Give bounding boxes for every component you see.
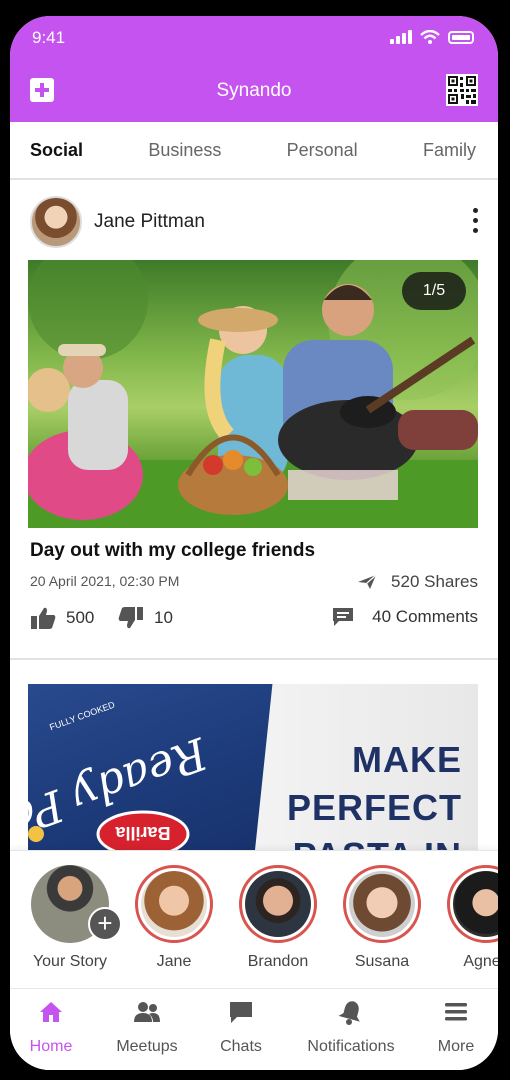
story-jane[interactable]: Jane (126, 865, 222, 971)
image-counter: 1/5 (402, 272, 466, 310)
chat-icon (230, 1002, 252, 1023)
qr-code-icon[interactable] (446, 74, 478, 106)
nav-label: Meetups (116, 1038, 178, 1055)
post-header: Jane Pittman (30, 196, 480, 250)
nav-label: More (437, 1038, 475, 1055)
story-avatar (447, 865, 498, 943)
tab-business[interactable]: Business (148, 140, 221, 161)
like-button[interactable]: 500 (30, 606, 94, 630)
post-reactions: 500 10 40 Comments (30, 606, 478, 636)
nav-home[interactable]: Home (28, 999, 74, 1056)
nav-notifications[interactable]: Notifications (300, 999, 402, 1056)
post-date: 20 April 2021, 02:30 PM (30, 573, 180, 589)
post-title: Day out with my college friends (30, 540, 316, 561)
pack-subtext: FULLY COOKED (48, 699, 116, 732)
author-avatar[interactable] (30, 196, 82, 248)
post-divider (10, 658, 498, 660)
tab-personal[interactable]: Personal (287, 140, 358, 161)
more-options-icon[interactable] (470, 208, 480, 236)
nav-label: Home (29, 1038, 73, 1055)
story-name: Agnes (463, 953, 498, 970)
nav-more[interactable]: More (434, 999, 478, 1056)
add-story-icon[interactable]: + (88, 907, 122, 941)
menu-icon (445, 1003, 467, 1021)
people-icon (134, 1002, 160, 1022)
app-title: Synando (216, 80, 292, 101)
ad-banner[interactable]: FULLY COOKED Ready Pasta Barilla MAKE PE… (28, 684, 478, 854)
story-brandon[interactable]: Brandon (230, 865, 326, 971)
stories-bar: + Your Story Jane Brandon Susana Agnes (10, 850, 498, 988)
dislike-count: 10 (154, 608, 173, 627)
story-avatar (343, 865, 421, 943)
phone-screen: 9:41 Synando Social Business Personal Fa… (10, 16, 498, 1070)
share-button[interactable]: 520 Shares (357, 572, 478, 592)
nav-label: Chats (220, 1038, 262, 1055)
nav-meetups[interactable]: Meetups (110, 999, 184, 1056)
ad-headline: MAKE PERFECT PASTA IN (287, 736, 462, 854)
battery-icon (448, 31, 474, 44)
tab-family[interactable]: Family (423, 140, 476, 161)
story-name: Susana (354, 953, 410, 970)
pasta-package-art: FULLY COOKED Ready Pasta Barilla (28, 699, 214, 854)
bell-icon (338, 1001, 360, 1025)
tab-social[interactable]: Social (30, 140, 83, 161)
nav-chats[interactable]: Chats (216, 999, 266, 1056)
status-icons (390, 30, 474, 44)
nav-label: Notifications (307, 1038, 395, 1055)
status-time: 9:41 (32, 28, 66, 47)
category-tabs: Social Business Personal Family (10, 122, 498, 180)
post-image[interactable]: 1/5 (28, 260, 478, 528)
story-avatar (135, 865, 213, 943)
home-icon (40, 1002, 62, 1022)
thumbs-up-icon (31, 607, 56, 629)
comment-icon (333, 608, 354, 626)
comment-button[interactable]: 40 Comments (332, 606, 478, 628)
like-count: 500 (66, 608, 95, 627)
story-avatar (239, 865, 317, 943)
story-name: Your Story (32, 953, 108, 970)
comment-count: 40 Comments (372, 607, 478, 626)
story-name: Brandon (247, 953, 309, 970)
signal-icon (390, 30, 412, 44)
post-author[interactable]: Jane Pittman (94, 211, 205, 233)
story-agnes[interactable]: Agnes (438, 865, 498, 971)
story-your-story[interactable]: + Your Story (22, 865, 122, 971)
wifi-icon (420, 30, 440, 44)
story-susana[interactable]: Susana (334, 865, 430, 971)
thumbs-down-icon (118, 607, 143, 629)
ad-headline-line-2: PERFECT (286, 787, 462, 828)
brand-logo: Barilla (114, 823, 170, 843)
dislike-button[interactable]: 10 (118, 606, 173, 630)
story-name: Jane (156, 953, 192, 970)
ad-headline-line-1: MAKE (352, 739, 462, 780)
share-icon (358, 574, 377, 589)
bottom-navigation: Home Meetups Chats Notifications More (10, 988, 498, 1070)
share-count: 520 Shares (391, 572, 478, 591)
app-header: 9:41 Synando (10, 16, 498, 122)
